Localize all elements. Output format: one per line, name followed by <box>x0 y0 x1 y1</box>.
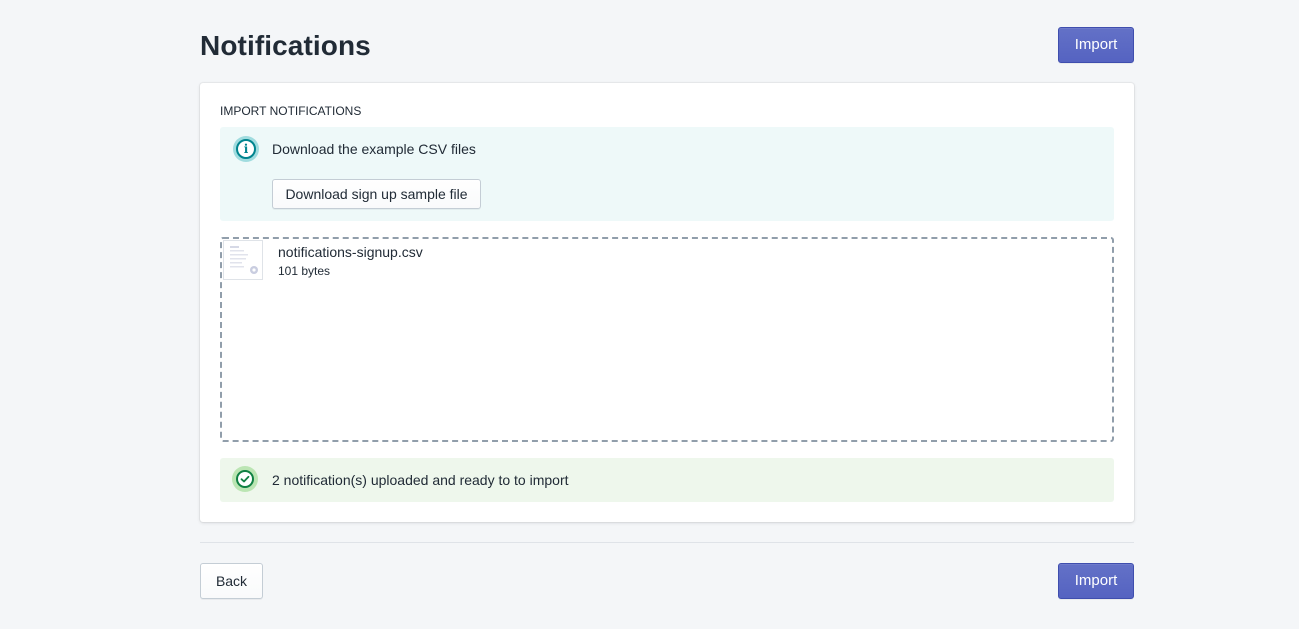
success-banner: 2 notification(s) uploaded and ready to … <box>220 458 1114 502</box>
page-header: Notifications Import <box>200 27 1134 63</box>
info-banner: i Download the example CSV files Downloa… <box>220 127 1114 221</box>
divider <box>200 542 1134 543</box>
import-card: IMPORT NOTIFICATIONS i Download the exam… <box>200 83 1134 522</box>
import-button-top[interactable]: Import <box>1058 27 1134 63</box>
back-button[interactable]: Back <box>200 563 263 599</box>
file-name: notifications-signup.csv <box>278 244 423 260</box>
success-banner-text: 2 notification(s) uploaded and ready to … <box>272 472 569 488</box>
file-size: 101 bytes <box>278 264 331 278</box>
info-icon: i <box>233 136 259 162</box>
file-thumbnail-icon <box>223 240 263 280</box>
checkmark-circle-icon <box>232 466 258 492</box>
page-title: Notifications <box>200 30 371 61</box>
import-button-bottom[interactable]: Import <box>1058 563 1134 599</box>
download-sample-button[interactable]: Download sign up sample file <box>272 179 481 209</box>
file-dropzone[interactable]: notifications-signup.csv 101 bytes <box>220 237 1114 442</box>
card-heading: IMPORT NOTIFICATIONS <box>220 104 362 118</box>
info-banner-text: Download the example CSV files <box>272 141 476 157</box>
